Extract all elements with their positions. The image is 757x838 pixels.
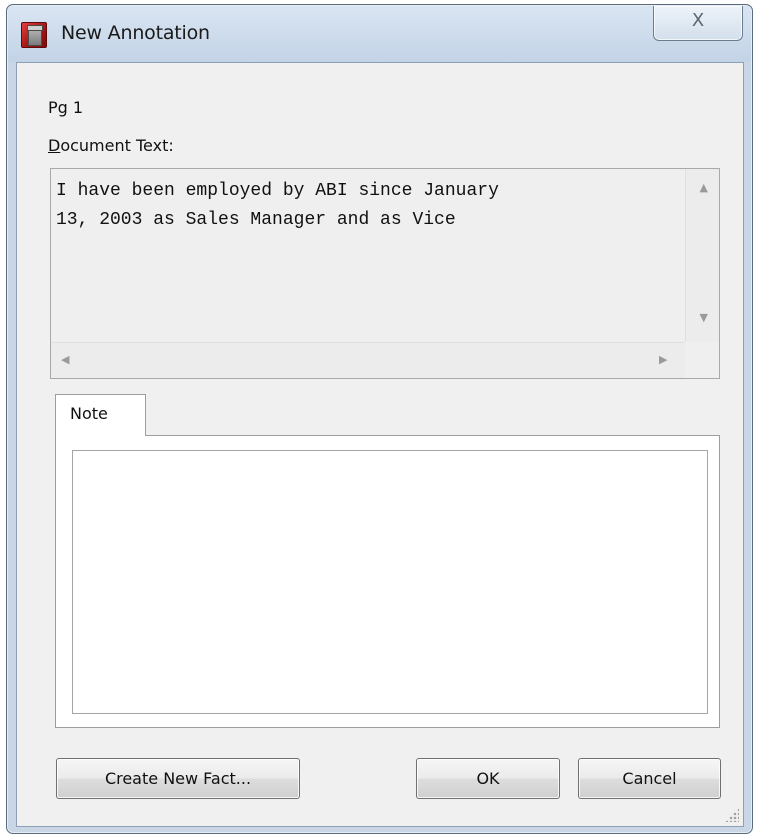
- vertical-scrollbar[interactable]: ▲ ▼: [685, 169, 719, 342]
- dialog-body: Pg 1 Document Text: I have been employed…: [16, 62, 744, 827]
- cancel-button[interactable]: Cancel: [578, 758, 721, 799]
- scroll-right-arrow-icon[interactable]: ▶: [659, 353, 667, 366]
- close-icon: X: [691, 10, 705, 31]
- title-bar[interactable]: New Annotation X: [8, 6, 751, 62]
- note-tab-panel: [55, 435, 720, 728]
- note-textarea[interactable]: [72, 450, 708, 714]
- horizontal-scrollbar[interactable]: ◀ ▶: [51, 342, 685, 378]
- scroll-down-arrow-icon[interactable]: ▼: [700, 311, 708, 324]
- resize-grip-icon[interactable]: [725, 808, 739, 822]
- scroll-up-arrow-icon[interactable]: ▲: [700, 181, 708, 194]
- document-text-box[interactable]: I have been employed by ABI since Januar…: [50, 168, 720, 379]
- document-text-content[interactable]: I have been employed by ABI since Januar…: [56, 177, 681, 235]
- window-title: New Annotation: [61, 22, 210, 44]
- tab-note[interactable]: Note: [55, 394, 146, 436]
- create-new-fact-button[interactable]: Create New Fact...: [56, 758, 300, 799]
- document-text-label-mnemonic: D: [48, 136, 61, 155]
- scrollbar-corner: [685, 342, 719, 378]
- document-text-label: Document Text:: [48, 136, 174, 155]
- document-text-label-rest: ocument Text:: [60, 136, 174, 155]
- ok-button[interactable]: OK: [416, 758, 560, 799]
- scroll-left-arrow-icon[interactable]: ◀: [61, 353, 69, 366]
- annotation-dialog: New Annotation X Pg 1 Document Text: I h…: [6, 4, 753, 834]
- close-button[interactable]: X: [653, 6, 743, 41]
- tab-note-label: Note: [70, 404, 108, 423]
- app-document-icon: [21, 22, 47, 48]
- page-label: Pg 1: [48, 98, 84, 117]
